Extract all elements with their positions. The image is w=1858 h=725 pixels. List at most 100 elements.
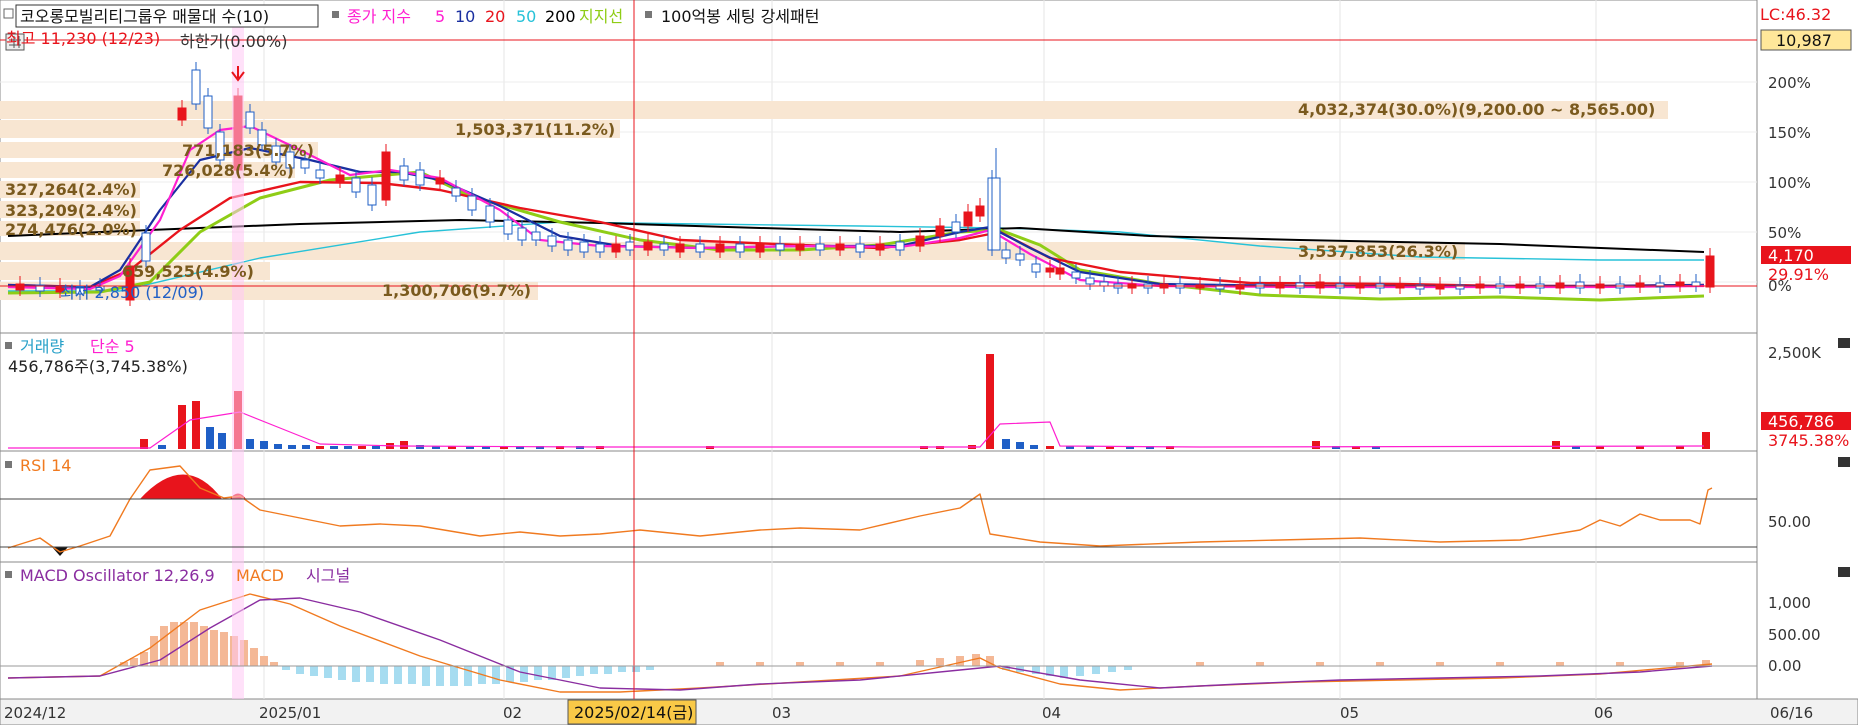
legend-toggle-icon[interactable]	[3, 8, 14, 19]
y-tick-200: 200%	[1768, 74, 1811, 92]
macd-legend-icon[interactable]	[5, 571, 12, 578]
profile-label-10: 1,300,706(9.7%)	[382, 281, 531, 300]
low-note: 최저 2,850 (12/09)	[60, 283, 204, 302]
volume-bar-36	[1016, 442, 1024, 449]
candle-59	[1031, 263, 1041, 273]
macd-osc-bar-62	[1196, 662, 1204, 666]
macd-osc-bar-38	[590, 666, 598, 674]
x-label-04: 04	[1042, 704, 1061, 722]
candle-53	[951, 221, 961, 233]
profile-label-8: 3,537,853(26.3%)	[1298, 242, 1458, 261]
macd-osc-bar-42	[646, 666, 654, 670]
close-rsi-panel-icon[interactable]	[1838, 457, 1850, 467]
volume-bar-38	[1046, 446, 1054, 449]
support-legend: 지지선	[579, 7, 623, 26]
candle-23	[415, 169, 425, 186]
y-tick-50: 50%	[1768, 224, 1801, 242]
candle-22	[399, 165, 409, 181]
chart-canvas[interactable]: 코오롱모빌리티그룹우 매물대 수(10) 종가 지수 5 10 20 50 20…	[0, 0, 1858, 725]
macd-osc-bar-39	[604, 666, 612, 674]
candle-29	[517, 227, 527, 241]
candle-96	[1705, 255, 1715, 288]
macd-osc-bar-59	[1092, 666, 1100, 674]
setting-legend-icon[interactable]	[645, 11, 652, 18]
stock-name: 코오롱모빌리티그룹우 매물대 수(10)	[20, 7, 269, 26]
macd-osc-bar-60	[1108, 666, 1116, 672]
ma200-legend: 200	[545, 7, 576, 26]
y-tick-150: 150%	[1768, 124, 1811, 142]
candle-60	[1045, 267, 1055, 273]
candle-50	[895, 241, 905, 251]
candle-39	[675, 243, 685, 253]
candle-63	[1085, 277, 1095, 285]
macd-osc-bar-50	[956, 656, 964, 666]
macd-osc-bar-13	[250, 648, 258, 666]
macd-osc-bar-47	[876, 662, 884, 666]
macd-osc-bar-34	[534, 666, 542, 680]
cursor-date-text: 2025/02/14(금)	[574, 703, 693, 722]
profile-label-1: 4,032,374(30.0%)(9,200.00 ~ 8,565.00)	[1298, 100, 1655, 119]
macd-osc-bar-64	[1316, 662, 1324, 666]
candle-18	[335, 174, 345, 183]
x-label-06: 06	[1594, 704, 1613, 722]
x-label-05: 05	[1340, 704, 1359, 722]
candle-46	[815, 243, 825, 251]
ma10-legend: 10	[455, 7, 475, 26]
candle-95	[1691, 281, 1701, 287]
y-tick-100: 100%	[1768, 174, 1811, 192]
candle-43	[755, 243, 765, 253]
macd-osc-bar-58	[1076, 666, 1084, 676]
volume-bar-7	[246, 439, 254, 449]
candle-19	[351, 177, 361, 193]
x-label-last: 06/16	[1770, 704, 1813, 722]
setting-legend-label: 100억봉 세팅 강세패턴	[661, 7, 819, 26]
volume-badge-text: 456,786	[1768, 412, 1834, 431]
macd-osc-bar-9	[210, 630, 218, 666]
rsi-legend-icon[interactable]	[5, 461, 12, 468]
current-price-text: 4,170	[1768, 246, 1814, 265]
volume-bar-15	[358, 446, 366, 449]
macd-osc-bar-41	[632, 666, 640, 672]
volume-legend-icon[interactable]	[5, 342, 12, 349]
macd-osc-bar-61	[1124, 666, 1132, 670]
macd-osc-bar-23	[380, 666, 388, 684]
candle-89	[1575, 281, 1585, 289]
profile-label-7: 274,476(2.0%)	[5, 220, 137, 239]
macd-osc-bar-48	[916, 660, 924, 666]
macd-osc-bar-43	[716, 662, 724, 666]
ma-legend-icon[interactable]	[332, 11, 339, 18]
candle-57	[1001, 249, 1011, 259]
candle-44	[775, 243, 785, 251]
rsi-legend: RSI 14	[20, 456, 71, 475]
candle-17	[315, 169, 325, 179]
x-label-02: 02	[503, 704, 522, 722]
volume-bar-5	[218, 433, 226, 449]
candle-36	[625, 241, 635, 251]
macd-osc-bar-16	[282, 666, 290, 670]
macd-osc-bar-45	[796, 662, 804, 666]
volume-bar-35	[1002, 439, 1010, 449]
macd-osc-bar-20	[338, 666, 346, 680]
close-volume-panel-icon[interactable]	[1838, 338, 1850, 348]
candle-47	[835, 243, 845, 251]
macd-osc-bar-36	[562, 666, 570, 678]
macd-osc-bar-69	[1616, 662, 1624, 666]
candle-30	[531, 231, 541, 241]
candle-48	[855, 243, 865, 253]
candle-8	[191, 69, 201, 105]
close-macd-panel-icon[interactable]	[1838, 567, 1850, 577]
macd-legend-osc: MACD Oscillator 12,26,9	[20, 566, 215, 585]
volume-legend-ma: 단순 5	[90, 337, 135, 356]
candle-51	[915, 235, 925, 247]
candle-42	[735, 243, 745, 253]
macd-osc-bar-44	[756, 662, 764, 666]
profile-label-5: 327,264(2.4%)	[5, 180, 137, 199]
profile-label-2: 1,503,371(11.2%)	[455, 120, 615, 139]
macd-osc-bar-15	[270, 662, 278, 666]
macd-osc-bar-49	[936, 658, 944, 666]
volume-bar-9	[274, 444, 282, 449]
profile-label-6: 323,209(2.4%)	[5, 201, 137, 220]
macd-osc-bar-27	[436, 666, 444, 686]
volume-badge-pct: 3745.38%	[1768, 431, 1849, 450]
macd-y-tick-0: 0.00	[1768, 657, 1801, 675]
